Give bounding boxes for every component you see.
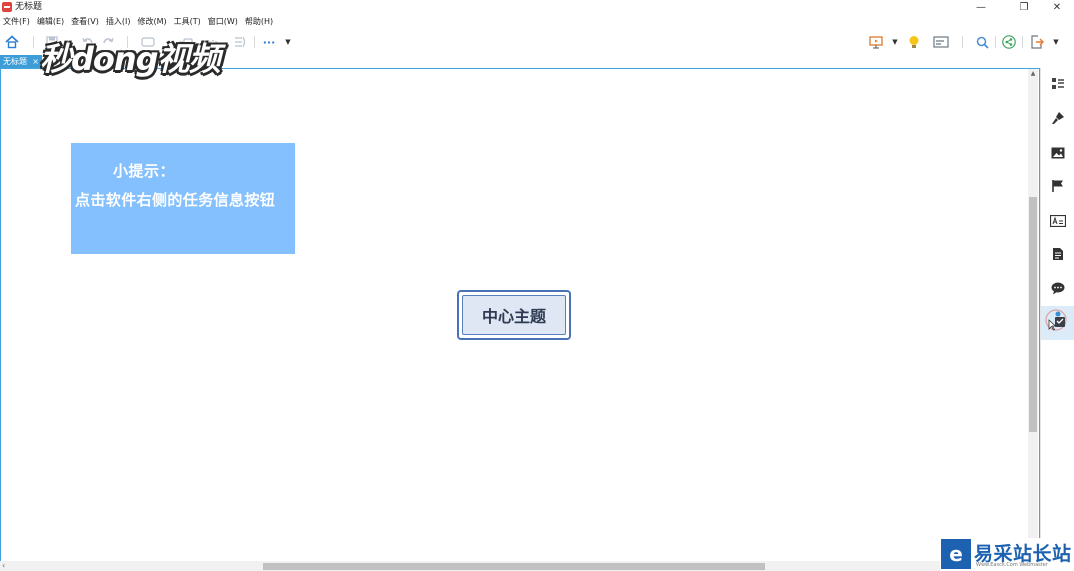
idea-icon[interactable] — [906, 34, 922, 50]
horizontal-scrollbar[interactable]: ‹ — [0, 561, 1040, 571]
tab-close-icon[interactable]: × — [32, 55, 39, 68]
xmind-window: 无标题 — ❐ ✕ 文件(F) 编辑(E) 查看(V) 插入(I) 修改(M) … — [0, 0, 1074, 571]
menu-insert[interactable]: 插入(I) — [103, 15, 135, 29]
home-icon[interactable] — [4, 34, 20, 50]
vertical-scrollbar[interactable]: ▲ — [1028, 69, 1038, 561]
restore-button[interactable]: ❐ — [1009, 0, 1039, 15]
comment-button[interactable] — [1041, 272, 1074, 306]
site-watermark: e 易采站长站 Www.Easck.Com Webmaster — [940, 538, 1074, 571]
notes-button[interactable] — [1041, 238, 1074, 272]
notes-icon — [1052, 246, 1064, 265]
marker-flag-icon — [1051, 178, 1065, 197]
share-icon[interactable] — [1001, 34, 1017, 50]
site-url: Www.Easck.Com Webmaster — [976, 562, 1048, 568]
menu-edit[interactable]: 编辑(E) — [34, 15, 68, 29]
more-icon[interactable]: ··· — [261, 34, 277, 50]
toolbar-separator — [995, 36, 996, 48]
menu-window[interactable]: 窗口(W) — [205, 15, 242, 29]
scroll-left-icon[interactable]: ‹ — [2, 561, 5, 571]
document-tab[interactable]: 无标题 × — [0, 55, 42, 68]
menu-file[interactable]: 文件(F) — [0, 15, 34, 29]
toolbar-separator — [1022, 36, 1023, 48]
tip-text: 点击软件右侧的任务信息按钮 — [75, 191, 276, 209]
title-bar: 无标题 — ❐ ✕ — [0, 0, 1074, 15]
central-topic[interactable]: 中心主题 — [457, 290, 571, 340]
more-dropdown-icon[interactable]: ▼ — [283, 34, 293, 50]
tip-box: 小提示： 点击软件右侧的任务信息按钮 — [71, 143, 295, 254]
style-button[interactable] — [1041, 204, 1074, 238]
minimize-button[interactable]: — — [966, 0, 996, 15]
central-topic-label: 中心主题 — [462, 295, 566, 335]
comment-icon — [1051, 280, 1065, 299]
tip-title: 小提示： — [113, 162, 176, 180]
document-tab-label: 无标题 — [3, 57, 27, 66]
summary-icon[interactable] — [232, 34, 248, 50]
vertical-scroll-thumb[interactable] — [1029, 197, 1037, 432]
presentation-icon[interactable] — [868, 34, 884, 50]
style-icon — [1049, 212, 1067, 231]
search-icon[interactable] — [974, 34, 990, 50]
export-dropdown-icon[interactable]: ▼ — [1051, 34, 1061, 50]
toolbar-separator — [962, 36, 963, 48]
outline-icon — [1051, 76, 1065, 95]
scroll-up-icon[interactable]: ▲ — [1028, 69, 1038, 79]
horizontal-scroll-thumb[interactable] — [263, 563, 765, 570]
marker-button[interactable] — [1041, 170, 1074, 204]
image-icon — [1051, 144, 1065, 163]
close-button[interactable]: ✕ — [1042, 0, 1072, 15]
right-side-panel — [1040, 68, 1074, 571]
outline-button[interactable] — [1041, 68, 1074, 102]
window-title: 无标题 — [15, 2, 43, 12]
menu-bar: 文件(F) 编辑(E) 查看(V) 插入(I) 修改(M) 工具(T) 窗口(W… — [0, 15, 277, 29]
site-logo-icon: e — [941, 539, 971, 569]
menu-tools[interactable]: 工具(T) — [171, 15, 205, 29]
menu-view[interactable]: 查看(V) — [68, 15, 103, 29]
menu-modify[interactable]: 修改(M) — [134, 15, 170, 29]
toolbar-separator — [254, 36, 255, 48]
image-button[interactable] — [1041, 136, 1074, 170]
format-brush-icon — [1051, 110, 1065, 129]
export-icon[interactable] — [1029, 34, 1045, 50]
task-info-icon — [1045, 308, 1071, 338]
video-watermark: 秒dong视频 — [40, 40, 221, 78]
menu-help[interactable]: 帮助(H) — [242, 15, 277, 29]
format-button[interactable] — [1041, 102, 1074, 136]
outliner-icon[interactable] — [932, 34, 950, 50]
task-info-button[interactable] — [1041, 306, 1074, 340]
app-logo-icon — [2, 2, 12, 12]
presentation-dropdown-icon[interactable]: ▼ — [890, 34, 900, 50]
toolbar-separator — [33, 36, 34, 48]
